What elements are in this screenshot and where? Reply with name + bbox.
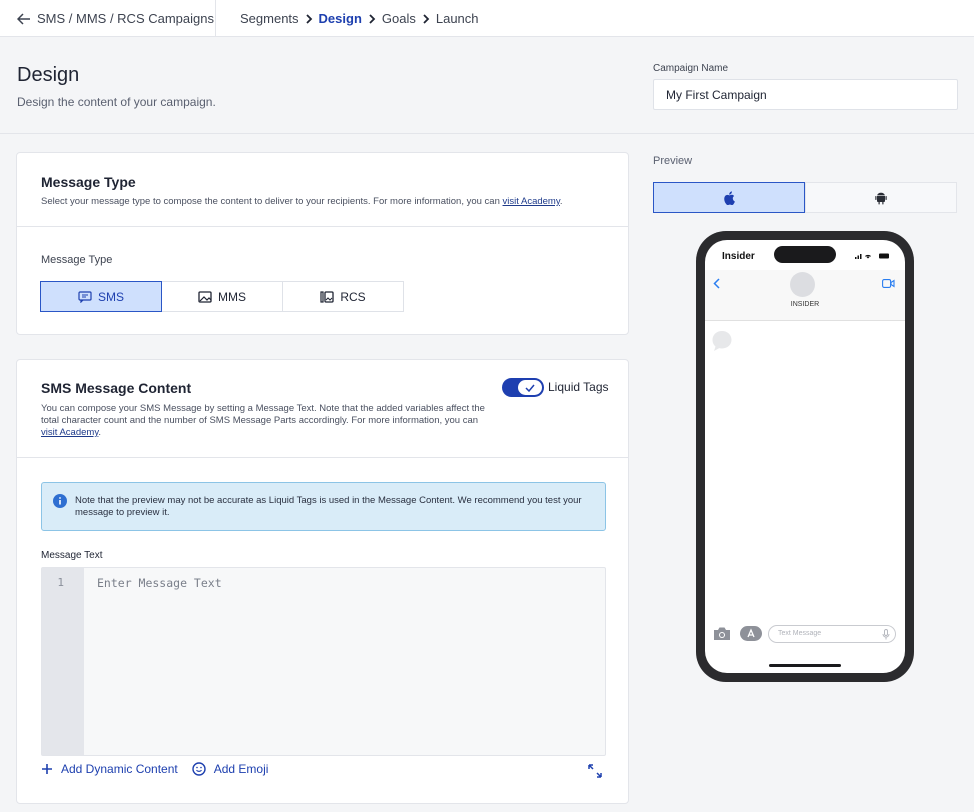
plus-icon (42, 764, 52, 774)
contact-avatar (790, 272, 815, 297)
android-icon (875, 192, 887, 204)
ios-preview-button[interactable] (653, 182, 805, 213)
header-divider (0, 133, 974, 134)
check-icon (525, 384, 535, 392)
app-store-icon[interactable] (739, 625, 763, 642)
phone-screen: Insider INSIDER Text Message (705, 240, 905, 673)
message-type-title: Message Type (41, 174, 136, 190)
message-text-label: Message Text (41, 550, 103, 561)
step-segments[interactable]: Segments (240, 11, 299, 26)
message-type-description: Select your message type to compose the … (41, 196, 611, 208)
step-launch[interactable]: Launch (436, 11, 479, 26)
chevron-right-icon (368, 13, 376, 24)
add-emoji-label: Add Emoji (213, 762, 269, 776)
description-suffix: . (98, 427, 102, 438)
message-type-card: Message Type Select your message type to… (16, 152, 629, 335)
apple-icon (724, 190, 735, 205)
home-indicator (769, 664, 841, 667)
toggle-knob (518, 380, 542, 395)
line-number: 1 (57, 576, 64, 589)
mms-option-button[interactable]: MMS (161, 281, 283, 312)
back-to-campaigns-link[interactable]: SMS / MMS / RCS Campaigns (0, 0, 216, 37)
visit-academy-link[interactable]: visit Academy (41, 427, 98, 438)
top-bar: SMS / MMS / RCS Campaigns Segments Desig… (0, 0, 974, 37)
liquid-tags-notice: Note that the preview may not be accurat… (41, 482, 606, 531)
sms-content-card: SMS Message Content Liquid Tags You can … (16, 359, 629, 804)
editor-actions: Add Dynamic Content Add Emoji (41, 762, 282, 776)
back-label: SMS / MMS / RCS Campaigns (37, 11, 214, 26)
android-preview-button[interactable] (805, 182, 957, 213)
info-icon (53, 494, 67, 508)
rcs-option-button[interactable]: RCS (282, 281, 404, 312)
compose-bar: Text Message (705, 622, 905, 646)
editor-placeholder: Enter Message Text (97, 576, 222, 590)
chevron-left-icon[interactable] (713, 278, 720, 289)
message-text-editor[interactable]: 1 Enter Message Text (41, 567, 606, 756)
page-subtitle: Design the content of your campaign. (17, 95, 216, 109)
chevron-right-icon (422, 13, 430, 24)
text-message-input[interactable]: Text Message (768, 625, 896, 643)
contact-name: INSIDER (790, 301, 820, 308)
os-preview-toggle (653, 182, 957, 213)
page-title: Design (17, 64, 80, 86)
preview-label: Preview (653, 155, 693, 167)
carrier-name: Insider (722, 251, 755, 262)
sms-content-description: You can compose your SMS Message by sett… (41, 403, 491, 439)
rcs-label: RCS (340, 289, 366, 304)
phone-mockup: Insider INSIDER Text Message (696, 231, 914, 682)
description-text: You can compose your SMS Message by sett… (41, 403, 485, 426)
card-divider (17, 226, 628, 227)
message-type-selector: SMS MMS RCS (40, 281, 404, 312)
add-dynamic-label: Add Dynamic Content (61, 762, 178, 776)
liquid-tags-toggle[interactable] (502, 378, 544, 397)
card-divider (17, 457, 628, 458)
sms-option-button[interactable]: SMS (40, 281, 162, 312)
visit-academy-link[interactable]: visit Academy (503, 196, 560, 207)
campaign-name-label: Campaign Name (653, 63, 729, 74)
sms-label: SMS (97, 289, 124, 304)
step-design[interactable]: Design (319, 11, 362, 26)
dynamic-island (774, 246, 836, 263)
video-call-icon[interactable] (882, 279, 895, 288)
status-bar-icons (855, 253, 889, 259)
sms-content-title: SMS Message Content (41, 380, 192, 396)
description-text: Select your message type to compose the … (41, 196, 503, 207)
campaign-name-input[interactable] (653, 79, 958, 110)
empty-message-bubble (712, 331, 732, 351)
rich-card-icon (320, 290, 334, 303)
mms-label: MMS (218, 289, 246, 304)
chat-bubble-icon (78, 290, 92, 303)
message-type-label: Message Type (41, 254, 113, 266)
description-suffix: . (559, 196, 563, 207)
chat-header: INSIDER (705, 270, 905, 321)
chevron-right-icon (305, 13, 313, 24)
line-number-gutter: 1 (42, 568, 84, 755)
notice-text: Note that the preview may not be accurat… (75, 495, 582, 518)
smiley-icon (192, 762, 206, 776)
camera-icon[interactable] (713, 626, 731, 641)
image-icon (198, 290, 212, 303)
step-goals[interactable]: Goals (382, 11, 416, 26)
arrow-left-icon (17, 12, 30, 25)
microphone-icon[interactable] (882, 629, 890, 640)
expand-icon[interactable] (587, 763, 603, 779)
breadcrumb-steps: Segments Design Goals Launch (240, 0, 479, 37)
add-emoji-button[interactable]: Add Emoji (192, 762, 269, 776)
add-dynamic-content-button[interactable]: Add Dynamic Content (41, 762, 178, 776)
liquid-tags-label: Liquid Tags (548, 380, 609, 394)
